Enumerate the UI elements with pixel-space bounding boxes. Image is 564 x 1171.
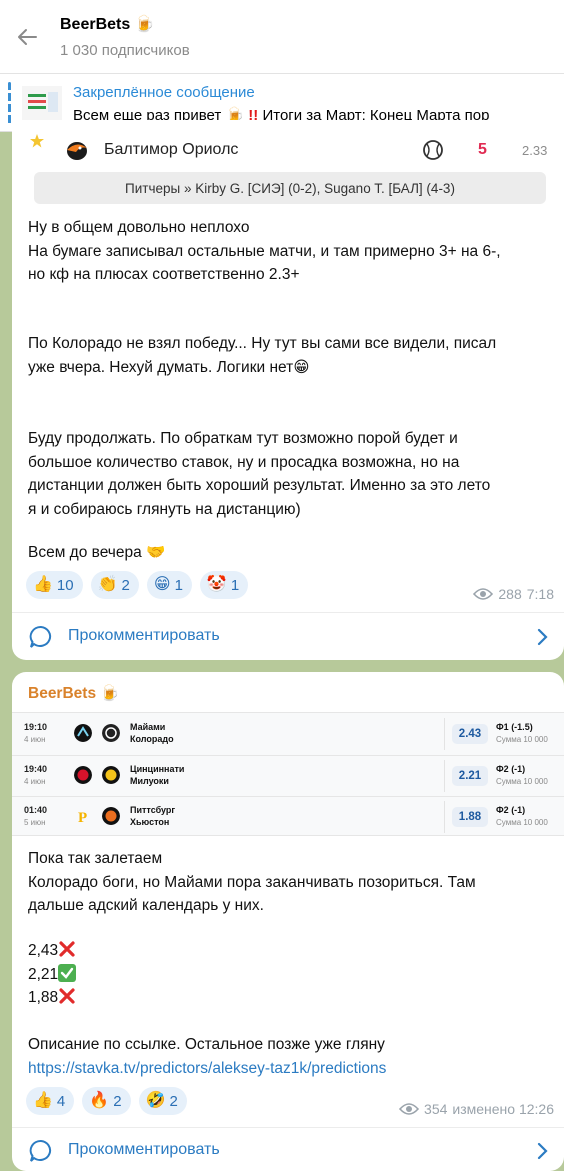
pinned-title: Закреплённое сообщение <box>73 84 255 101</box>
prediction-link[interactable]: https://stavka.tv/predictors/aleksey-taz… <box>28 1057 558 1081</box>
match-odd: 2.33 <box>522 143 548 158</box>
divider <box>12 612 564 613</box>
reaction-thumbs-up[interactable]: 👍 10 <box>26 571 83 599</box>
message-bubble: BeerBets 🍺 19:10 4 июн Майами Колорадо 2… <box>12 672 564 1171</box>
astros-logo-icon <box>102 807 120 825</box>
eye-icon <box>399 1103 420 1115</box>
reaction-clown[interactable]: 🤡 1 <box>199 571 249 599</box>
pinned-thumbnail <box>22 86 62 120</box>
reactions-bar: 👍 4 🔥 2 🤣 2 <box>26 1087 187 1115</box>
back-button[interactable] <box>12 22 42 52</box>
sender-name[interactable]: BeerBets 🍺 <box>28 684 120 703</box>
view-count: 288 <box>498 586 522 602</box>
star-icon <box>30 134 44 148</box>
message-text: Описание по ссылке. Остальное позже уже … <box>28 1033 558 1080</box>
comment-icon <box>29 1139 52 1162</box>
baseball-icon <box>423 140 443 160</box>
subscriber-count: 1 030 подписчиков <box>60 42 190 59</box>
cross-mark-icon <box>59 988 75 1004</box>
check-mark-icon <box>58 963 77 982</box>
reaction-fire[interactable]: 🔥 2 <box>82 1087 131 1115</box>
eye-icon <box>473 588 494 600</box>
svg-text:P: P <box>78 810 87 825</box>
message-text: По Колорадо не взял победу... Ну тут вы … <box>28 335 497 376</box>
message-time: изменено 12:26 <box>452 1101 554 1117</box>
bets-image[interactable]: 19:10 4 июн Майами Колорадо 2.43 Ф1 (-1.… <box>12 712 564 836</box>
chevron-right-icon <box>537 1142 548 1160</box>
reaction-thumbs-up[interactable]: 👍 4 <box>26 1087 75 1115</box>
bet-odd: 2.43 <box>452 724 488 744</box>
comment-label: Прокомментировать <box>68 627 220 644</box>
bet-row: 19:40 4 июн Цинциннати Милуоки 2.21 Ф2 (… <box>12 755 564 795</box>
reaction-rofl[interactable]: 🤣 2 <box>138 1087 187 1115</box>
message-text: Всем до вечера 🤝 <box>28 544 166 561</box>
reaction-grin[interactable]: 😁 1 <box>146 571 192 599</box>
comment-label: Прокомментировать <box>68 1141 220 1158</box>
comment-button[interactable]: Прокомментировать <box>12 1128 564 1171</box>
brewers-logo-icon <box>102 766 120 784</box>
chevron-right-icon <box>537 628 548 646</box>
message-text: 2,43 2,21 1,88 <box>28 939 558 1010</box>
comment-button[interactable]: Прокомментировать <box>12 614 564 660</box>
team-name: Балтимор Ориолс <box>104 141 239 158</box>
reactions-bar: 👍 10 👏 2 😁 1 🤡 1 <box>26 571 249 599</box>
channel-title[interactable]: BeerBets 🍺 <box>60 14 155 34</box>
reaction-clap[interactable]: 👏 2 <box>90 571 139 599</box>
message-meta: 288 7:18 <box>473 586 554 602</box>
message-text: Буду продолжать. По обраткам тут возможн… <box>28 430 491 518</box>
bet-row: 19:10 4 июн Майами Колорадо 2.43 Ф1 (-1.… <box>12 714 564 754</box>
reds-logo-icon <box>74 766 92 784</box>
message-text: Пока так залетаем Колорадо боги, но Майа… <box>28 850 476 914</box>
match-row: Балтимор Ориолс 5 2.33 <box>12 134 564 164</box>
orioles-logo-icon <box>67 142 87 160</box>
pitchers-info: Питчеры » Kirby G. [СИЭ] (0-2), Sugano T… <box>34 172 546 204</box>
message-meta: 354 изменено 12:26 <box>399 1101 554 1117</box>
pirates-logo-icon: P <box>78 810 87 825</box>
marlins-logo-icon <box>74 724 92 742</box>
message-text: Ну в общем довольно неплохо На бумаге за… <box>28 219 501 283</box>
bet-odd: 2.21 <box>452 766 488 786</box>
rockies-logo-icon <box>102 724 120 742</box>
message-bubble: Балтимор Ориолс 5 2.33 Питчеры » Kirby G… <box>12 120 564 660</box>
cross-mark-icon <box>59 941 75 957</box>
arrow-left-icon <box>18 29 37 45</box>
pinned-indicator <box>8 82 11 124</box>
message-time: 7:18 <box>526 586 554 602</box>
match-score: 5 <box>478 141 487 158</box>
chat-header: BeerBets 🍺 1 030 подписчиков <box>0 0 564 74</box>
bet-row: 01:40 5 июн P Питтсбург Хьюстон 1.88 Ф2 … <box>12 796 564 836</box>
bet-odd: 1.88 <box>452 807 488 827</box>
view-count: 354 <box>424 1101 448 1117</box>
comment-icon <box>29 625 52 648</box>
